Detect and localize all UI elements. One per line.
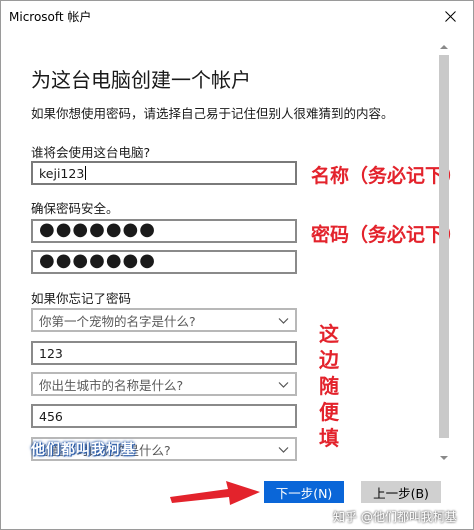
security-question-2-text: 你出生城市的名称是什么? [39, 377, 184, 393]
security-question-1-text: 你第一个宠物的名字是什么? [39, 313, 196, 329]
security-answer-2-value: 456 [39, 408, 63, 424]
account-setup-window: Microsoft 帐户 为这台电脑创建一个帐户 如果你想使用密码，请选择自己易… [0, 0, 474, 530]
password-label: 确保密码安全。 [31, 201, 119, 216]
watermark-text: 他们都叫我柯基 [31, 442, 136, 458]
confirm-password-input[interactable]: ●●●●●●● [31, 250, 297, 274]
chevron-down-icon [278, 382, 289, 388]
vertical-scrollbar[interactable] [437, 41, 451, 464]
side-annotation: 这 边 随 便 填 [317, 321, 341, 451]
side-annotation-char: 随 [319, 374, 339, 398]
confirm-password-dots: ●●●●●●● [39, 250, 156, 271]
close-icon [444, 10, 456, 22]
side-annotation-char: 填 [319, 426, 339, 450]
text-caret [85, 166, 87, 180]
password-dots: ●●●●●●● [39, 219, 156, 240]
window-title: Microsoft 帐户 [9, 10, 92, 24]
security-answer-1-value: 123 [39, 345, 63, 361]
close-button[interactable] [427, 1, 473, 31]
username-input[interactable]: keji123 [31, 161, 297, 185]
attribution-watermark: 知乎 @他们都叫我柯基 [333, 510, 457, 524]
side-annotation-char: 便 [319, 400, 339, 424]
side-annotation-char: 这 [319, 322, 339, 346]
red-arrow-icon [170, 481, 260, 505]
title-bar: Microsoft 帐户 [1, 1, 473, 31]
username-value: keji123 [39, 165, 85, 181]
page-description: 如果你想使用密码，请选择自己易于记住但别人很难猜到的内容。 [31, 106, 394, 121]
security-answer-2-input[interactable]: 456 [31, 404, 297, 428]
security-question-2-select[interactable]: 你出生城市的名称是什么? [31, 372, 297, 396]
side-annotation-char: 边 [319, 348, 339, 372]
hint-label: 如果你忘记了密码 [31, 291, 132, 306]
password-input[interactable]: ●●●●●●● [31, 219, 297, 243]
scroll-up-icon[interactable] [438, 41, 450, 53]
security-answer-1-input[interactable]: 123 [31, 341, 297, 365]
next-button[interactable]: 下一步(N) [264, 481, 344, 503]
back-button[interactable]: 上一步(B) [361, 481, 441, 503]
chevron-down-icon [278, 318, 289, 324]
security-question-1-select[interactable]: 你第一个宠物的名字是什么? [31, 308, 297, 332]
page-heading: 为这台电脑创建一个帐户 [31, 68, 251, 92]
scroll-thumb[interactable] [439, 55, 449, 438]
scroll-down-icon[interactable] [438, 452, 450, 464]
username-label: 谁将会使用这台电脑? [31, 145, 151, 160]
